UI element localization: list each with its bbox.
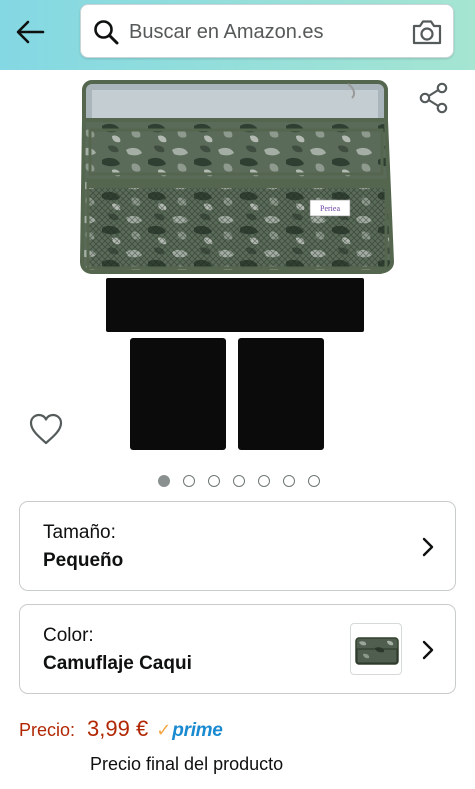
carousel-dot[interactable] (282, 475, 295, 487)
search-icon (94, 20, 119, 45)
color-selector[interactable]: Color: Camuflaje Caqui (19, 604, 456, 694)
prime-label: prime (172, 720, 223, 741)
wishlist-button[interactable] (28, 412, 64, 446)
image-carousel-indicator (0, 475, 475, 491)
top-bar (0, 0, 475, 70)
price-row: Precio: 3,99 € ✓ prime (19, 716, 223, 746)
back-button[interactable] (10, 12, 50, 52)
price-label: Precio: (19, 720, 76, 740)
size-value: Pequeño (43, 550, 124, 571)
product-illustration: Periea (79, 80, 395, 450)
share-button[interactable] (418, 82, 450, 114)
brand-label: Periea (320, 204, 340, 213)
search-input[interactable] (129, 13, 399, 51)
carousel-dot[interactable] (207, 475, 220, 487)
prime-badge: ✓ prime (156, 720, 223, 742)
carousel-dot[interactable] (307, 475, 320, 487)
heart-icon (29, 413, 63, 445)
share-icon (419, 82, 448, 114)
carousel-dot[interactable] (157, 475, 170, 487)
color-value: Camuflaje Caqui (43, 653, 192, 674)
size-label: Tamaño: (43, 522, 116, 543)
color-label: Color: (43, 625, 94, 646)
carousel-dot[interactable] (182, 475, 195, 487)
camera-icon[interactable] (411, 17, 443, 47)
carousel-dot[interactable] (232, 475, 245, 487)
prime-check-icon: ✓ (156, 720, 172, 740)
size-selector[interactable]: Tamaño: Pequeño (19, 501, 456, 591)
price-value: 3,99 € (87, 716, 149, 741)
final-price-note: Precio final del producto (90, 754, 284, 774)
carousel-dot[interactable] (257, 475, 270, 487)
chevron-right-icon (422, 537, 434, 557)
search-bar[interactable] (80, 4, 454, 58)
product-image[interactable]: Periea (78, 76, 410, 456)
back-arrow-icon (16, 20, 45, 44)
chevron-right-icon (422, 640, 434, 660)
color-swatch-thumbnail (350, 623, 402, 675)
